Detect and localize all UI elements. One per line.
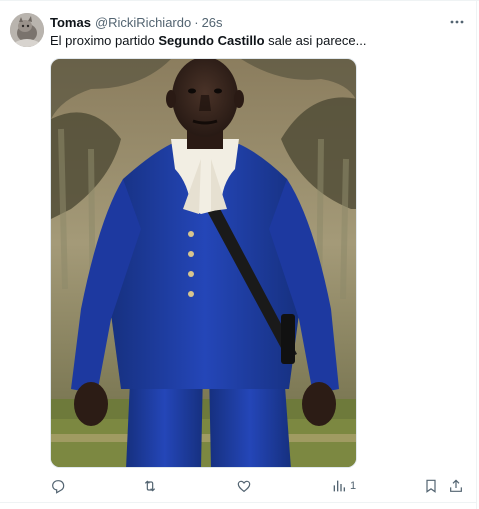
views-button[interactable]: 1	[331, 476, 356, 496]
views-count: 1	[350, 480, 357, 492]
divider-top	[0, 0, 479, 1]
like-button[interactable]	[236, 476, 252, 496]
tweet-header: Tomas @RickiRichiardo · 26s	[50, 13, 223, 31]
header-separator: ·	[194, 14, 199, 30]
tweet-text-bold: Segundo Castillo	[158, 33, 265, 48]
divider-right	[476, 0, 477, 509]
divider-bottom	[0, 502, 477, 503]
reply-button[interactable]	[50, 476, 66, 496]
tweet-card[interactable]: Tomas @RickiRichiardo · 26s El proximo p…	[0, 0, 479, 509]
heart-icon	[237, 480, 251, 493]
avatar-image	[10, 13, 44, 47]
bookmark-button[interactable]	[423, 476, 439, 496]
portrait-illustration	[51, 59, 356, 467]
tweet-text-end: sale asi parece...	[264, 33, 367, 48]
bookmark-icon	[426, 479, 436, 493]
avatar[interactable]	[10, 13, 44, 47]
author-handle[interactable]: @RickiRichiardo	[95, 15, 191, 30]
tweet-actions: 1	[0, 476, 479, 496]
more-horizontal-icon	[450, 20, 464, 24]
reply-icon	[52, 480, 65, 494]
more-options-button[interactable]	[447, 12, 467, 32]
share-icon	[450, 479, 462, 492]
tweet-text: El proximo partido Segundo Castillo sale…	[50, 32, 366, 49]
tweet-text-start: El proximo partido	[50, 33, 159, 48]
retweet-button[interactable]	[142, 476, 158, 496]
retweet-icon	[144, 480, 156, 492]
timestamp[interactable]: 26s	[202, 15, 223, 30]
views-chart-icon	[333, 480, 345, 492]
share-button[interactable]	[448, 476, 464, 496]
tweet-media-image[interactable]	[50, 58, 357, 468]
author-name[interactable]: Tomas	[50, 15, 91, 30]
